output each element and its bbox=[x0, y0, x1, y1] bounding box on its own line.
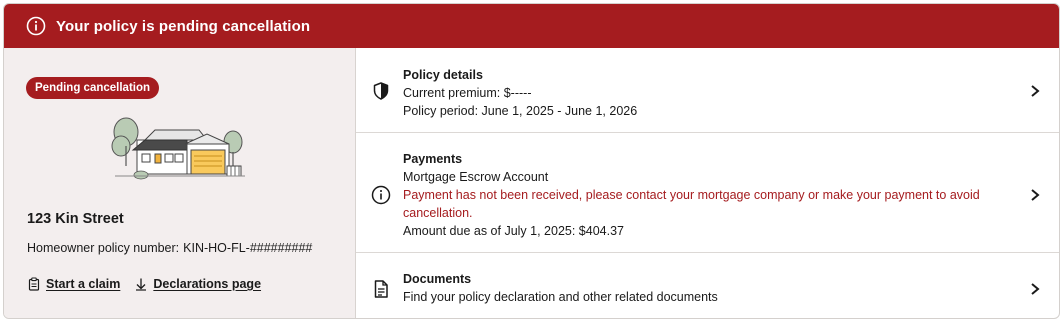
start-claim-label: Start a claim bbox=[46, 277, 121, 291]
shield-icon bbox=[371, 81, 391, 101]
policy-sections: Policy details Current premium: $----- P… bbox=[356, 48, 1059, 318]
document-icon bbox=[371, 279, 391, 299]
info-circle-icon bbox=[26, 16, 46, 36]
policy-details-content: Policy details Current premium: $----- P… bbox=[403, 66, 1011, 120]
policy-card: Your policy is pending cancellation Pend… bbox=[3, 3, 1060, 319]
current-premium: Current premium: $----- bbox=[403, 86, 532, 100]
start-claim-link[interactable]: Start a claim bbox=[27, 277, 120, 291]
declarations-page-link[interactable]: Declarations page bbox=[134, 277, 261, 291]
chevron-right-icon bbox=[1029, 188, 1041, 202]
declarations-page-label: Declarations page bbox=[153, 277, 262, 291]
policy-details-row[interactable]: Policy details Current premium: $----- P… bbox=[356, 48, 1059, 133]
documents-title: Documents bbox=[403, 272, 472, 286]
amount-due: Amount due as of July 1, 2025: $404.37 bbox=[403, 224, 624, 238]
status-badge: Pending cancellation bbox=[26, 77, 160, 99]
payments-title: Payments bbox=[403, 152, 463, 166]
cancellation-banner: Your policy is pending cancellation bbox=[4, 4, 1059, 48]
payment-account: Mortgage Escrow Account bbox=[403, 170, 549, 184]
payments-row[interactable]: Payments Mortgage Escrow Account Payment… bbox=[356, 133, 1059, 253]
policy-period: Policy period: June 1, 2025 - June 1, 20… bbox=[403, 104, 638, 118]
payments-content: Payments Mortgage Escrow Account Payment… bbox=[403, 150, 1013, 240]
documents-description: Find your policy declaration and other r… bbox=[403, 290, 718, 304]
chevron-right-icon bbox=[1029, 84, 1041, 98]
policy-number-line: Homeowner policy number: KIN-HO-FL-######… bbox=[27, 241, 312, 255]
policy-number-label: Homeowner policy number: bbox=[27, 241, 180, 255]
house-illustration bbox=[107, 110, 249, 186]
chevron-right-icon bbox=[1029, 282, 1041, 296]
banner-text: Your policy is pending cancellation bbox=[56, 17, 311, 35]
payment-warning: Payment has not been received, please co… bbox=[403, 188, 980, 220]
policy-number-value: KIN-HO-FL-######### bbox=[183, 241, 313, 255]
clipboard-icon bbox=[27, 277, 41, 291]
documents-content: Documents Find your policy declaration a… bbox=[403, 270, 1011, 306]
info-circle-icon bbox=[371, 185, 391, 205]
policy-summary-panel: Pending cancellation 123 Kin Street Home… bbox=[4, 48, 356, 318]
documents-row[interactable]: Documents Find your policy declaration a… bbox=[356, 253, 1059, 318]
policy-details-title: Policy details bbox=[403, 68, 483, 82]
property-address: 123 Kin Street bbox=[27, 211, 124, 227]
download-arrow-icon bbox=[134, 277, 148, 291]
policy-actions: Start a claim Declarations page bbox=[27, 277, 275, 291]
